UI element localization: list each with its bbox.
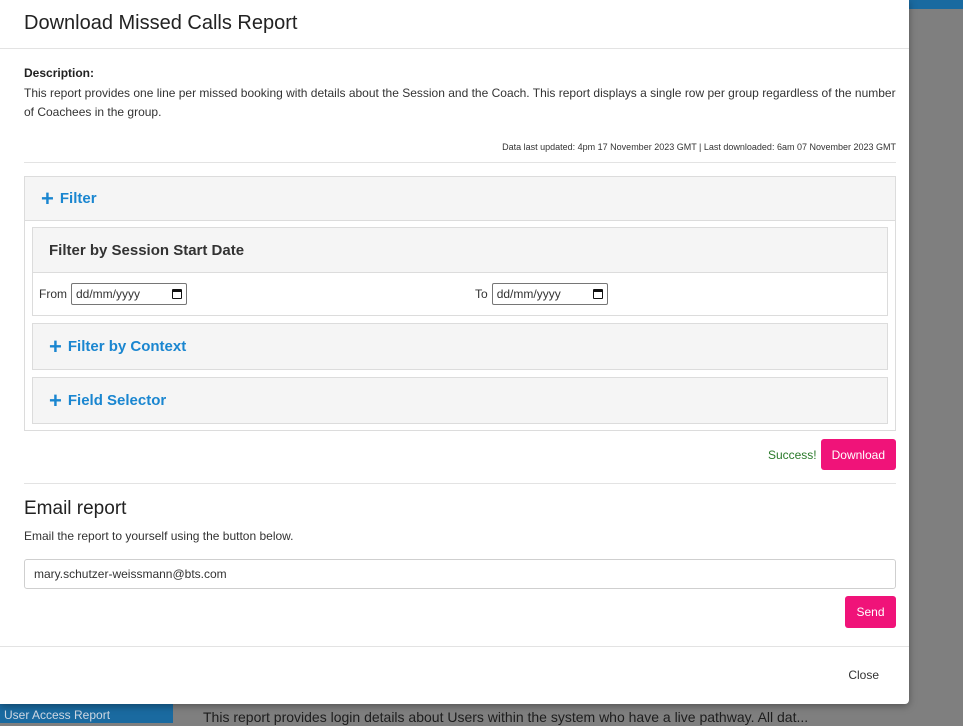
description-label: Description: — [24, 66, 95, 80]
modal-title: Download Missed Calls Report — [24, 12, 298, 34]
filter-by-context-label: Filter by Context — [67, 338, 187, 355]
from-date-input[interactable]: dd/mm/yyyy — [71, 283, 187, 305]
field-selector-label: Field Selector — [67, 392, 167, 409]
field-selector-toggle[interactable]: + Field Selector — [33, 378, 887, 423]
plus-icon: + — [41, 185, 54, 211]
close-button[interactable]: Close — [842, 667, 885, 683]
send-button[interactable]: Send — [845, 596, 896, 628]
to-date-group: To dd/mm/yyyy — [475, 283, 608, 305]
to-label: To — [475, 287, 488, 301]
from-date-group: From dd/mm/yyyy — [39, 283, 187, 305]
email-field[interactable]: mary.schutzer-weissmann@bts.com — [24, 559, 896, 589]
plus-icon: + — [49, 387, 62, 413]
send-row: Send — [24, 596, 896, 628]
data-updated-text: Data last updated: 4pm 17 November 2023 … — [502, 142, 896, 152]
email-report-subtitle: Email the report to yourself using the b… — [24, 529, 294, 543]
divider — [24, 162, 896, 163]
bg-sidebar-item-user-access-report[interactable]: User Access Report — [0, 704, 173, 723]
filter-by-context-panel: + Filter by Context — [32, 323, 888, 370]
email-value: mary.schutzer-weissmann@bts.com — [34, 567, 227, 581]
modal-body: Description: This report provides one li… — [0, 66, 909, 628]
description-text: This report provides one line per missed… — [24, 86, 896, 119]
from-label: From — [39, 287, 67, 301]
filter-by-context-toggle[interactable]: + Filter by Context — [33, 324, 887, 369]
from-date-value: dd/mm/yyyy — [76, 287, 141, 301]
session-start-date-panel: Filter by Session Start Date From dd/mm/… — [32, 227, 888, 316]
status-success: Success! — [767, 447, 817, 462]
plus-icon: + — [49, 333, 62, 359]
modal-header: Download Missed Calls Report — [0, 0, 909, 49]
filter-toggle[interactable]: + Filter — [25, 177, 895, 221]
email-report-title: Email report — [24, 498, 127, 519]
download-report-modal: Download Missed Calls Report Description… — [0, 0, 909, 704]
to-date-input[interactable]: dd/mm/yyyy — [491, 283, 608, 305]
field-selector-panel: + Field Selector — [32, 377, 888, 424]
calendar-icon[interactable] — [592, 289, 603, 299]
divider — [24, 483, 896, 484]
to-date-value: dd/mm/yyyy — [496, 287, 561, 301]
filter-body: Filter by Session Start Date From dd/mm/… — [25, 221, 895, 430]
filter-accordion: + Filter Filter by Session Start Date Fr… — [24, 176, 896, 431]
filter-label: Filter — [59, 190, 97, 207]
bg-top-bar — [908, 0, 963, 9]
download-button[interactable]: Download — [820, 439, 896, 470]
date-range-row: From dd/mm/yyyy To dd/mm/yyyy — [33, 273, 887, 315]
modal-footer: Close — [0, 646, 909, 705]
download-row: Success! Download — [24, 439, 896, 470]
calendar-icon[interactable] — [172, 289, 182, 299]
session-start-date-header: Filter by Session Start Date — [33, 228, 887, 273]
